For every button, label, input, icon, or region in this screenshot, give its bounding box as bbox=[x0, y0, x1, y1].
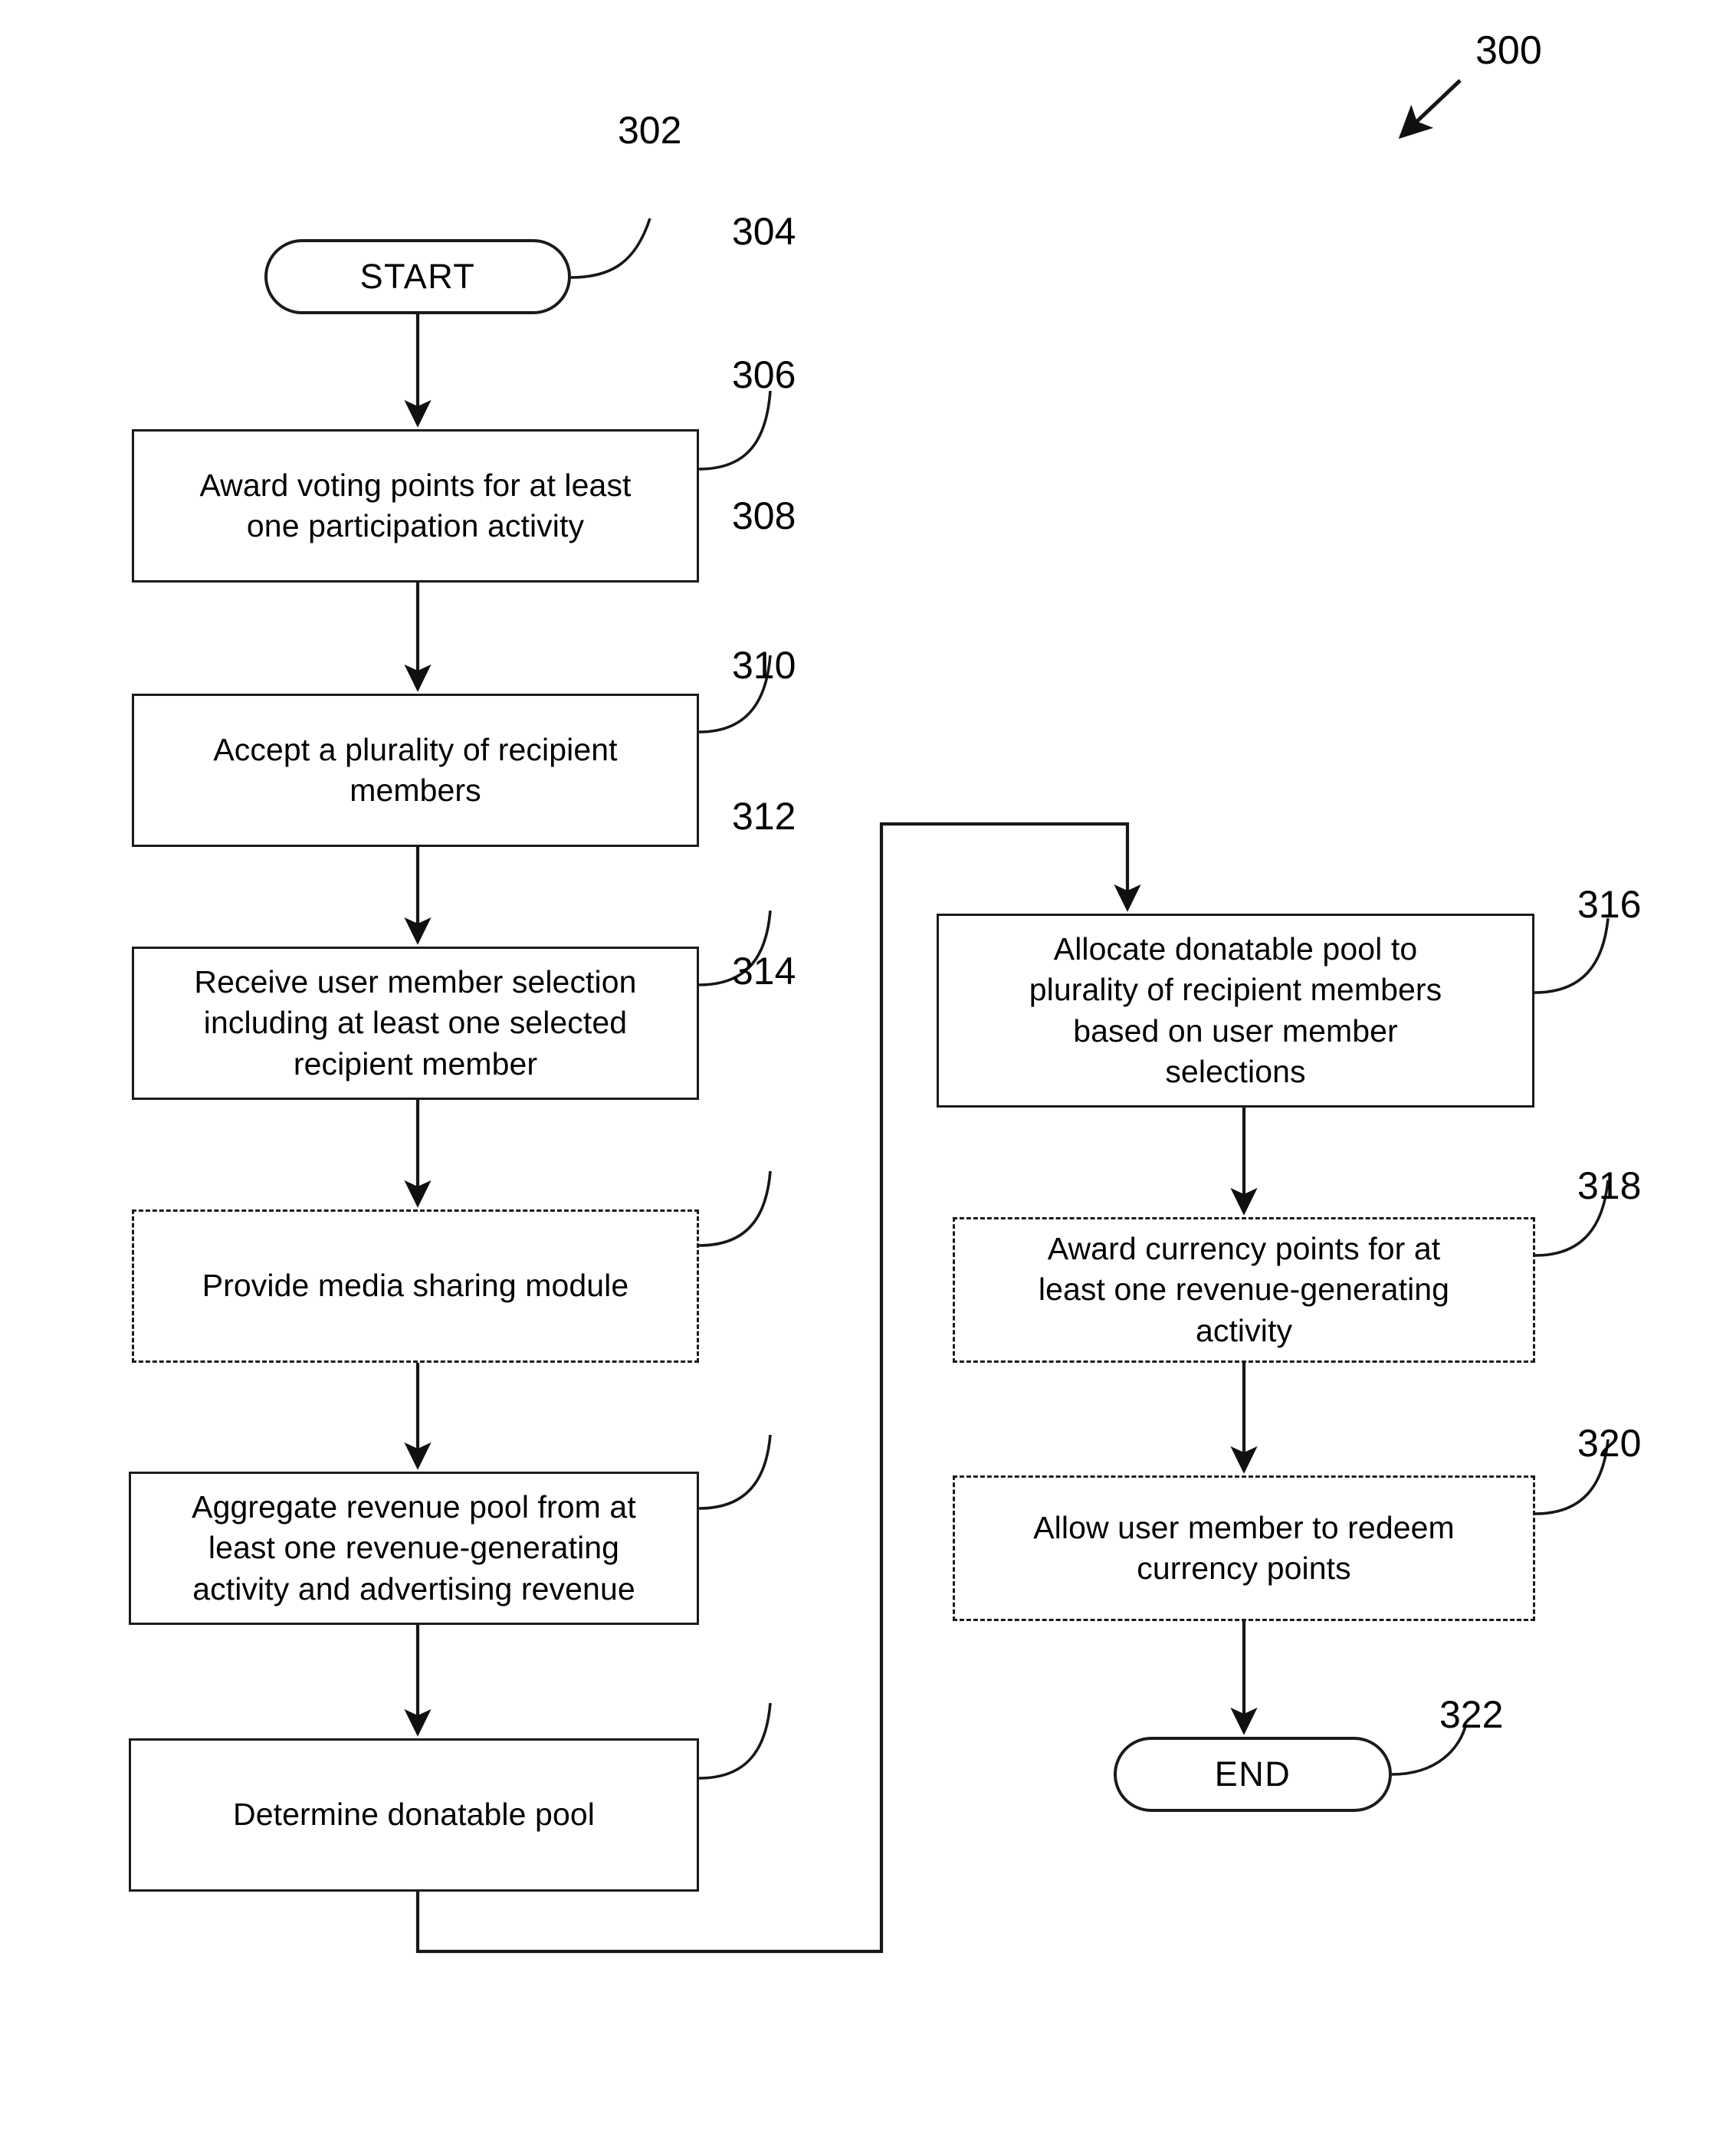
ref-label-304: 304 bbox=[732, 210, 796, 253]
node-aggregate-revenue-pool: Aggregate revenue pool from at least one… bbox=[129, 1472, 699, 1625]
node-accept-recipient-members-label: Accept a plurality of recipient members bbox=[213, 731, 618, 808]
node-determine-donatable-pool-label: Determine donatable pool bbox=[233, 1797, 595, 1833]
leader-302 bbox=[570, 218, 651, 279]
node-allow-redeem-currency-points: Allow user member to redeem currency poi… bbox=[953, 1475, 1535, 1621]
ref-label-320: 320 bbox=[1577, 1422, 1642, 1465]
ref-label-312: 312 bbox=[732, 795, 796, 838]
node-award-voting-points: Award voting points for at least one par… bbox=[132, 429, 699, 583]
ref-label-310: 310 bbox=[732, 644, 796, 687]
ref-label-302: 302 bbox=[618, 109, 682, 152]
node-accept-recipient-members: Accept a plurality of recipient members bbox=[132, 694, 699, 847]
node-allocate-donatable-pool-label: Allocate donatable pool to plurality of … bbox=[1029, 930, 1442, 1089]
leader-312 bbox=[698, 1434, 772, 1510]
node-end: END bbox=[1114, 1737, 1392, 1812]
node-end-label: END bbox=[1214, 1754, 1291, 1794]
leader-304 bbox=[698, 390, 772, 471]
node-provide-media-sharing-module-label: Provide media sharing module bbox=[202, 1268, 629, 1304]
leader-310 bbox=[698, 1170, 772, 1247]
node-award-voting-points-label: Award voting points for at least one par… bbox=[199, 467, 632, 543]
patent-flowchart-figure: 300 START Award voting points for at lea… bbox=[0, 0, 1736, 2130]
figure-number-leader bbox=[1398, 79, 1462, 139]
node-allow-redeem-currency-points-label: Allow user member to redeem currency poi… bbox=[1033, 1509, 1455, 1586]
node-award-currency-points-label: Award currency points for at least one r… bbox=[1038, 1231, 1450, 1348]
node-determine-donatable-pool: Determine donatable pool bbox=[129, 1738, 699, 1892]
node-allocate-donatable-pool: Allocate donatable pool to plurality of … bbox=[937, 914, 1534, 1108]
node-receive-user-member-selection-label: Receive user member selection including … bbox=[194, 964, 637, 1081]
ref-label-316: 316 bbox=[1577, 883, 1642, 926]
node-provide-media-sharing-module: Provide media sharing module bbox=[132, 1209, 699, 1363]
node-award-currency-points: Award currency points for at least one r… bbox=[953, 1217, 1535, 1363]
ref-label-308: 308 bbox=[732, 494, 796, 537]
ref-label-318: 318 bbox=[1577, 1164, 1642, 1207]
ref-label-314: 314 bbox=[732, 950, 796, 993]
leader-314 bbox=[698, 1702, 772, 1780]
node-receive-user-member-selection: Receive user member selection including … bbox=[132, 947, 699, 1100]
ref-label-322: 322 bbox=[1439, 1693, 1504, 1736]
ref-label-306: 306 bbox=[732, 353, 796, 396]
figure-number: 300 bbox=[1475, 28, 1542, 73]
node-aggregate-revenue-pool-label: Aggregate revenue pool from at least one… bbox=[192, 1489, 636, 1607]
node-start: START bbox=[264, 239, 571, 314]
leader-316 bbox=[1534, 917, 1610, 994]
node-start-label: START bbox=[359, 256, 476, 296]
